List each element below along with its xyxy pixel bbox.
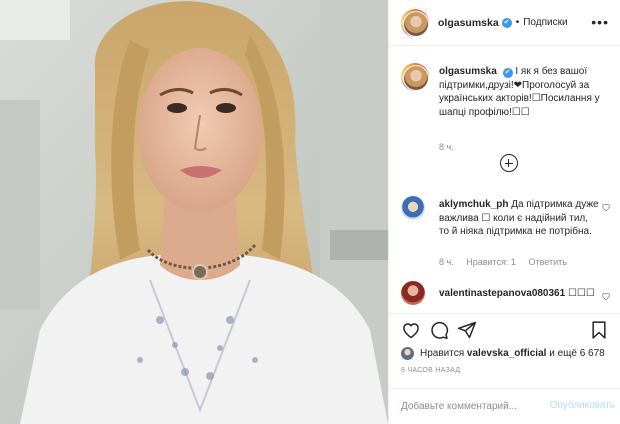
comment-like-heart-icon[interactable] [601,291,611,301]
commenter-username[interactable]: valentinastepanova080361 [439,288,565,299]
post-header: olgasumska ✔ • Подписки ••• [389,0,620,46]
caption-author-avatar[interactable] [401,63,429,91]
liker-username[interactable]: valevska_official [467,348,547,359]
post-actions-area: Нравится valevska_official и ещё 6 678 8… [389,313,620,388]
action-bar [401,320,611,342]
comment-meta: 8 ч. Нравится: 1 Ответить [439,257,577,267]
save-bookmark-icon[interactable] [589,320,609,340]
more-options-icon[interactable]: ••• [591,14,609,30]
author-avatar[interactable] [401,8,429,37]
likes-summary[interactable]: Нравится valevska_official и ещё 6 678 [401,347,605,360]
commenter-avatar[interactable] [401,281,425,305]
liker-avatar [401,347,414,360]
instagram-post: olgasumska ✔ • Подписки ••• olgasumska ✔… [0,0,620,424]
author-username[interactable]: olgasumska [438,17,499,29]
add-comment-bar: Опубликовать [389,388,620,424]
likes-prefix: Нравится [420,348,465,359]
reply-button[interactable]: Ответить [528,257,566,267]
publish-comment-button[interactable]: Опубликовать [550,400,615,411]
post-photo-image [0,0,388,424]
post-side-panel: olgasumska ✔ • Подписки ••• olgasumska ✔… [388,0,620,424]
comment-likes-count[interactable]: Нравится: 1 [466,257,516,267]
comment-icon[interactable] [429,320,449,340]
add-comment-input[interactable] [401,397,541,415]
commenter-username[interactable]: aklymchuk_ph [439,199,508,210]
post-timestamp[interactable]: 8 ЧАСОВ НАЗАД [401,367,460,374]
caption-text-block: olgasumska ✔ І як я без вашої підтримки,… [439,65,611,119]
comment-text-block: aklymchuk_ph Да підтримка дуже важлива ☐… [439,198,599,239]
comments-section[interactable]: olgasumska ✔ І як я без вашої підтримки,… [389,47,620,313]
load-more-comments-icon[interactable] [500,154,518,172]
commenter-avatar[interactable] [401,196,425,220]
verified-badge-icon: ✔ [502,68,513,78]
following-button[interactable]: Подписки [523,17,567,28]
likes-count-text[interactable]: и ещё 6 678 [549,348,605,359]
comment-timestamp[interactable]: 8 ч. [439,257,454,267]
comment-text-block: valentinastepanova080361 ☐☐☐ [439,287,599,301]
post-photo[interactable] [0,0,388,424]
header-separator: • [515,17,520,28]
caption-timestamp[interactable]: 8 ч. [439,142,454,152]
caption-username[interactable]: olgasumska [439,66,497,77]
comment-text: ☐☐☐ [567,288,595,299]
share-paper-plane-icon[interactable] [457,320,477,340]
like-heart-icon[interactable] [401,320,421,340]
comment-like-heart-icon[interactable] [601,202,611,212]
verified-badge-icon: ✔ [501,17,512,28]
